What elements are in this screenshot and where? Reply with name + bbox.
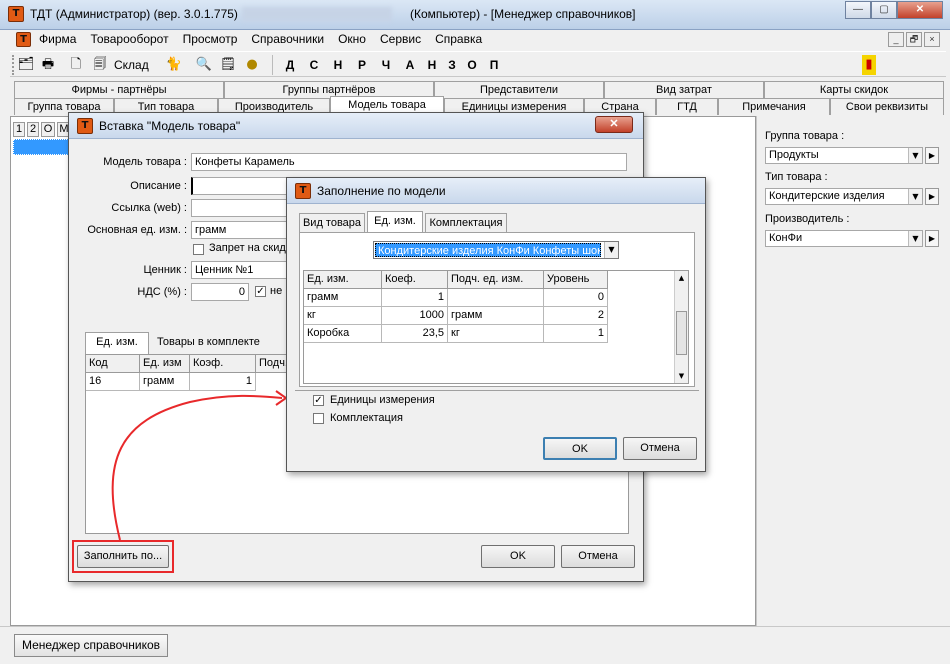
fill-row-1-coef[interactable]: 1 (382, 289, 448, 307)
units-checkbox[interactable]: ✓ (313, 395, 324, 406)
fill-dialog-titlebar: Т Заполнение по модели (287, 178, 705, 204)
fill-divider (295, 390, 699, 391)
fill-row-3-level[interactable]: 1 (544, 325, 608, 343)
fill-row-2-unit[interactable]: кг (304, 307, 382, 325)
fill-row-2-coef[interactable]: 1000 (382, 307, 448, 325)
model-select-value: Кондитерские изделия КонФи Конфеты шок (375, 243, 601, 257)
kit-checkbox[interactable] (313, 413, 324, 424)
fill-ok-button[interactable]: OK (543, 437, 617, 460)
fill-row-1-unit[interactable]: грамм (304, 289, 382, 307)
fill-row-2-level[interactable]: 2 (544, 307, 608, 325)
kit-checkbox-label: Комплектация (330, 412, 403, 424)
fill-row-1-level[interactable]: 0 (544, 289, 608, 307)
fill-tab-units[interactable]: Ед. изм. (367, 211, 423, 233)
fill-tab-product-kind[interactable]: Вид товара (299, 213, 365, 233)
fill-by-model-dialog: Т Заполнение по модели Вид товара Ед. из… (286, 177, 706, 472)
fill-row-3-coef[interactable]: 23,5 (382, 325, 448, 343)
fill-dialog-title: Заполнение по модели (317, 184, 446, 198)
fill-col-level[interactable]: Уровень (544, 271, 608, 289)
fill-col-parent-unit[interactable]: Подч. ед. изм. (448, 271, 544, 289)
fill-grid-scrollbar[interactable]: ▲ ▼ (674, 271, 688, 383)
fill-cancel-button[interactable]: Отмена (623, 437, 697, 460)
scroll-down-icon[interactable]: ▼ (675, 369, 688, 383)
fill-row-1-parent[interactable] (448, 289, 544, 307)
fill-tab-kit[interactable]: Комплектация (425, 213, 507, 233)
fill-row-3-unit[interactable]: Коробка (304, 325, 382, 343)
fill-col-coef[interactable]: Коеф. (382, 271, 448, 289)
scroll-up-icon[interactable]: ▲ (675, 271, 688, 285)
fill-dialog-app-icon: Т (295, 183, 311, 199)
fill-row-3-parent[interactable]: кг (448, 325, 544, 343)
fill-units-grid[interactable]: Ед. изм. Коеф. Подч. ед. изм. Уровень гр… (303, 270, 689, 384)
chevron-down-icon[interactable]: ▼ (604, 242, 618, 258)
fill-col-unit[interactable]: Ед. изм. (304, 271, 382, 289)
units-checkbox-label: Единицы измерения (330, 394, 435, 406)
fill-tab-panel: Кондитерские изделия КонФи Конфеты шок ▼… (299, 232, 695, 387)
fill-row-2-parent[interactable]: грамм (448, 307, 544, 325)
model-select[interactable]: Кондитерские изделия КонФи Конфеты шок ▼ (373, 241, 619, 259)
scroll-thumb[interactable] (676, 311, 687, 355)
